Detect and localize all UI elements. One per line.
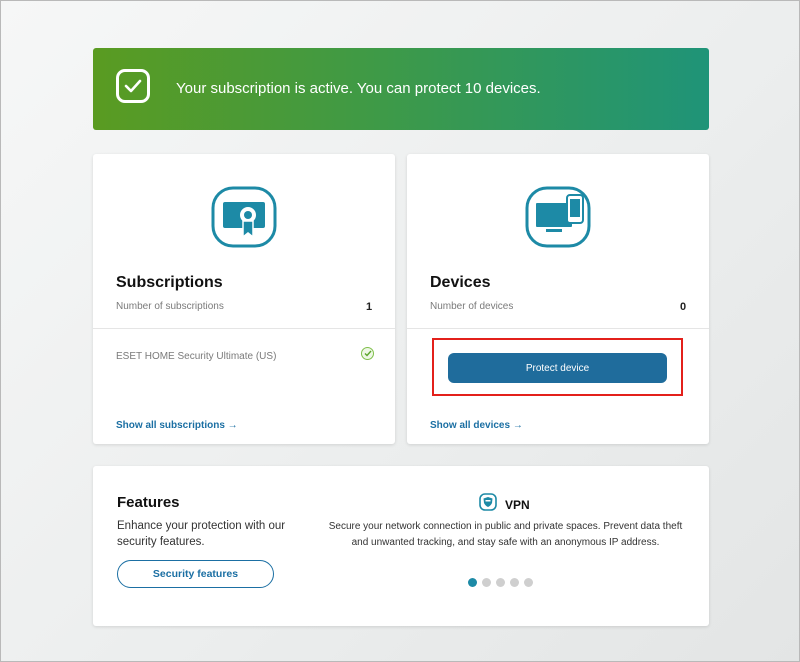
features-title: Features: [117, 494, 180, 511]
vpn-shield-icon: [479, 493, 497, 516]
features-card: Features Enhance your protection with ou…: [93, 466, 709, 626]
certificate-icon: [210, 185, 278, 249]
devices-title: Devices: [430, 274, 491, 291]
page-frame: Your subscription is active. You can pro…: [0, 0, 800, 662]
subscriptions-count: 1: [366, 301, 373, 313]
carousel-slide-description: Secure your network connection in public…: [328, 521, 683, 548]
subscriptions-count-label: Number of subscriptions: [116, 301, 224, 312]
carousel-dot[interactable]: [496, 578, 505, 587]
monitor-phone-icon: [524, 185, 592, 249]
carousel-slide-title: VPN: [505, 497, 530, 512]
banner-message: Your subscription is active. You can pro…: [176, 80, 541, 97]
divider: [93, 328, 395, 329]
subscription-item-name: ESET HOME Security Ultimate (US): [116, 351, 277, 362]
carousel-pagination: [468, 578, 533, 587]
carousel-dot[interactable]: [482, 578, 491, 587]
devices-count-label: Number of devices: [430, 301, 514, 312]
devices-card: Devices Number of devices 0 Protect devi…: [407, 154, 709, 444]
security-features-button[interactable]: Security features: [117, 560, 274, 588]
subscriptions-title: Subscriptions: [116, 274, 223, 291]
subscription-status-banner: Your subscription is active. You can pro…: [93, 48, 709, 130]
checkmark-icon: [116, 69, 150, 103]
show-all-devices-link[interactable]: Show all devices →: [430, 420, 523, 431]
show-all-subscriptions-link[interactable]: Show all subscriptions →: [116, 420, 238, 431]
devices-count: 0: [680, 301, 687, 313]
protect-device-button[interactable]: Protect device: [448, 353, 667, 383]
features-description: Enhance your protection with our securit…: [117, 520, 286, 548]
carousel-dot[interactable]: [524, 578, 533, 587]
subscriptions-card: Subscriptions Number of subscriptions 1 …: [93, 154, 395, 444]
carousel-slide-header: VPN: [479, 493, 530, 516]
carousel-dot[interactable]: [468, 578, 477, 587]
divider: [407, 328, 709, 329]
carousel-dot[interactable]: [510, 578, 519, 587]
active-check-icon: [361, 347, 374, 360]
